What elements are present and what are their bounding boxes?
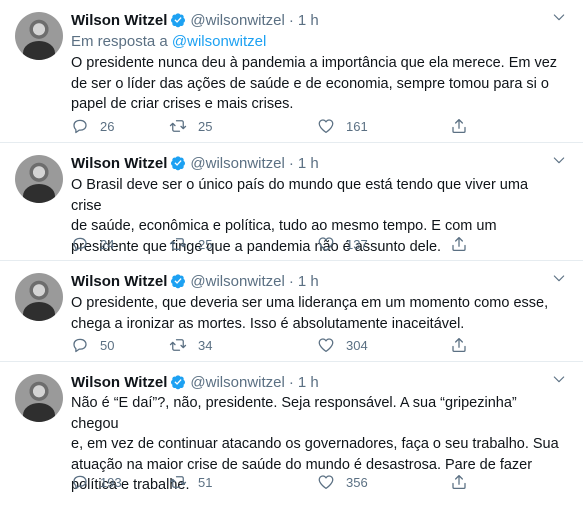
- author-name[interactable]: Wilson Witzel: [71, 155, 167, 172]
- author-handle[interactable]: @wilsonwitzel: [190, 273, 284, 290]
- heart-icon: [318, 237, 334, 252]
- verified-badge-icon: [171, 274, 186, 289]
- tweet[interactable]: Wilson Witzel @wilsonwitzel · 1 h O Bras…: [0, 143, 583, 261]
- reply-count: 26: [100, 118, 115, 134]
- separator-dot: ·: [288, 272, 294, 290]
- reply-button[interactable]: 24: [71, 234, 114, 254]
- chevron-down-icon[interactable]: [551, 270, 567, 286]
- retweet-button[interactable]: 51: [169, 472, 212, 492]
- verified-badge-icon: [171, 375, 186, 390]
- share-button[interactable]: [450, 234, 468, 254]
- reply-count: 50: [100, 337, 115, 353]
- tweet-text: O presidente, que deveria ser uma lidera…: [71, 293, 561, 334]
- author-handle[interactable]: @wilsonwitzel: [190, 155, 284, 172]
- separator-dot: ·: [288, 154, 294, 172]
- tweet-actions: 24 25 137: [71, 234, 471, 254]
- like-count: 161: [346, 118, 368, 134]
- tweet[interactable]: Wilson Witzel @wilsonwitzel · 1 h Em res…: [0, 0, 583, 143]
- reply-button[interactable]: 50: [71, 335, 114, 355]
- share-upload-icon: [452, 337, 466, 353]
- reply-bubble-icon: [73, 237, 87, 252]
- retweet-arrows-icon: [169, 476, 187, 488]
- tweet-thread: Wilson Witzel @wilsonwitzel · 1 h Em res…: [0, 0, 583, 507]
- chevron-down-icon[interactable]: [551, 152, 567, 168]
- retweet-button[interactable]: 25: [169, 116, 212, 136]
- reply-bubble-icon: [73, 475, 87, 490]
- avatar[interactable]: [15, 12, 63, 60]
- share-button[interactable]: [450, 335, 468, 355]
- tweet[interactable]: Wilson Witzel @wilsonwitzel · 1 h O pres…: [0, 261, 583, 362]
- author-handle[interactable]: @wilsonwitzel: [190, 12, 284, 29]
- separator-dot: ·: [288, 11, 294, 29]
- tweet-timestamp[interactable]: 1 h: [298, 273, 319, 290]
- chevron-down-icon[interactable]: [551, 9, 567, 25]
- share-upload-icon: [452, 236, 466, 252]
- share-button[interactable]: [450, 472, 468, 492]
- tweet-timestamp[interactable]: 1 h: [298, 12, 319, 29]
- tweet-text: O presidente nunca deu à pandemia a impo…: [71, 53, 561, 115]
- tweet-timestamp[interactable]: 1 h: [298, 155, 319, 172]
- heart-icon: [318, 338, 334, 353]
- retweet-count: 51: [198, 474, 213, 490]
- heart-icon: [318, 119, 334, 134]
- reply-mention-link[interactable]: @wilsonwitzel: [172, 33, 266, 50]
- retweet-arrows-icon: [169, 339, 187, 351]
- share-upload-icon: [452, 474, 466, 490]
- tweet-text-line: O presidente, que deveria ser uma lidera…: [71, 295, 549, 311]
- verified-badge-icon: [171, 156, 186, 171]
- tweet-timestamp[interactable]: 1 h: [298, 374, 319, 391]
- tweet-actions: 50 34 304: [71, 335, 471, 355]
- tweet-header: Wilson Witzel @wilsonwitzel · 1 h: [71, 271, 319, 291]
- tweet-text-line: de ser o líder das ações de saúde e de e…: [71, 75, 549, 92]
- share-button[interactable]: [450, 116, 468, 136]
- like-count: 137: [346, 236, 368, 252]
- tweet[interactable]: Wilson Witzel @wilsonwitzel · 1 h Não é …: [0, 362, 583, 507]
- retweet-button[interactable]: 34: [169, 335, 212, 355]
- tweet-header: Wilson Witzel @wilsonwitzel · 1 h: [71, 372, 319, 392]
- like-count: 304: [346, 337, 368, 353]
- like-button[interactable]: 304: [317, 335, 368, 355]
- reply-button[interactable]: 193: [71, 472, 122, 492]
- author-name[interactable]: Wilson Witzel: [71, 273, 167, 290]
- tweet-header: Wilson Witzel @wilsonwitzel · 1 h: [71, 153, 319, 173]
- separator-dot: ·: [288, 373, 294, 391]
- chevron-down-icon[interactable]: [551, 371, 567, 387]
- retweet-count: 34: [198, 337, 213, 353]
- tweet-text-line: papel de criar crises e mais crises.: [71, 96, 294, 112]
- reply-button[interactable]: 26: [71, 116, 114, 136]
- tweet-text-line: O Brasil deve ser o único país do mundo …: [71, 177, 529, 214]
- heart-icon: [318, 475, 334, 490]
- like-button[interactable]: 356: [317, 472, 368, 492]
- tweet-text-line: Não é “E daí”?, não, presidente. Seja re…: [71, 395, 517, 432]
- reply-prefix: Em resposta a: [71, 33, 168, 50]
- author-name[interactable]: Wilson Witzel: [71, 374, 167, 391]
- like-button[interactable]: 161: [317, 116, 368, 136]
- reply-bubble-icon: [73, 338, 87, 353]
- tweet-actions: 193 51 356: [71, 472, 471, 492]
- retweet-count: 25: [198, 236, 213, 252]
- author-handle[interactable]: @wilsonwitzel: [190, 374, 284, 391]
- retweet-arrows-icon: [169, 120, 187, 132]
- author-name[interactable]: Wilson Witzel: [71, 12, 167, 29]
- tweet-text-line: e, em vez de continuar atacando os gover…: [71, 436, 559, 452]
- reply-context: Em resposta a @wilsonwitzel: [71, 33, 266, 50]
- tweet-text-line: chega a ironizar as mortes. Isso é absol…: [71, 315, 465, 332]
- tweet-text-line: O presidente nunca deu à pandemia a impo…: [71, 55, 558, 71]
- reply-count: 193: [100, 474, 122, 490]
- retweet-count: 25: [198, 118, 213, 134]
- avatar[interactable]: [15, 374, 63, 422]
- avatar[interactable]: [15, 155, 63, 203]
- tweet-actions: 26 25 161: [71, 116, 471, 136]
- like-count: 356: [346, 474, 368, 490]
- avatar[interactable]: [15, 273, 63, 321]
- like-button[interactable]: 137: [317, 234, 368, 254]
- retweet-button[interactable]: 25: [169, 234, 212, 254]
- reply-count: 24: [100, 236, 115, 252]
- retweet-arrows-icon: [169, 238, 187, 250]
- tweet-header: Wilson Witzel @wilsonwitzel · 1 h: [71, 10, 319, 30]
- share-upload-icon: [452, 118, 466, 134]
- verified-badge-icon: [171, 13, 186, 28]
- reply-bubble-icon: [73, 119, 87, 134]
